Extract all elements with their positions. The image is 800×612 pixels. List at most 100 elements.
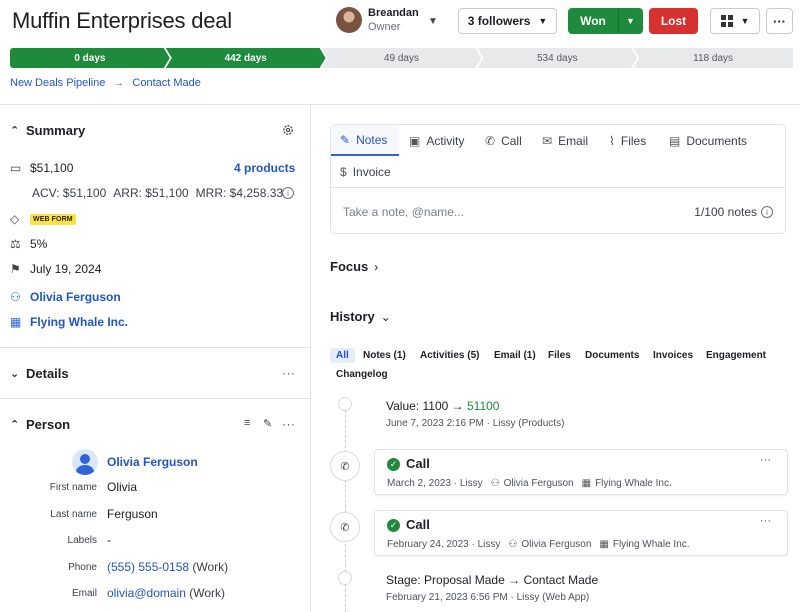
- summary-header[interactable]: ⌃ Summary: [10, 123, 85, 138]
- mrr-value: MRR: $4,258.33: [195, 186, 284, 200]
- filter-icon[interactable]: ≡: [244, 417, 250, 429]
- filter-files[interactable]: Files: [542, 348, 577, 363]
- chevron-up-icon: ⌃: [10, 125, 20, 137]
- won-button[interactable]: Won: [568, 8, 618, 34]
- labels-value[interactable]: -: [107, 533, 111, 547]
- details-more-icon[interactable]: ···: [282, 366, 296, 380]
- call-person[interactable]: Olivia Ferguson: [521, 539, 591, 550]
- last-name-value[interactable]: Ferguson: [107, 507, 158, 521]
- history-meta: February 21, 2023 6:56 PM · Lissy (Web A…: [386, 592, 590, 603]
- email-field: olivia@domain (Work): [107, 586, 225, 600]
- owner-selector[interactable]: Breandan Owner ▼: [336, 6, 438, 34]
- view-options-button[interactable]: ▼: [710, 8, 760, 34]
- tab-call[interactable]: ✆ Call: [485, 125, 522, 156]
- building-icon: ▦: [581, 478, 592, 489]
- check-icon[interactable]: ✓: [387, 458, 400, 471]
- organization-link[interactable]: Flying Whale Inc.: [30, 315, 128, 329]
- building-icon: ▦: [10, 315, 22, 329]
- filter-all[interactable]: All: [330, 348, 355, 363]
- focus-header[interactable]: Focus ›: [330, 259, 378, 274]
- email-link[interactable]: olivia@domain: [107, 586, 186, 600]
- summary-heading: Summary: [26, 123, 86, 138]
- phone-link[interactable]: (555) 555-0158: [107, 560, 189, 574]
- gear-icon[interactable]: [282, 124, 294, 136]
- email-type: (Work): [189, 586, 226, 600]
- info-icon[interactable]: i: [761, 206, 773, 218]
- pipeline-stage[interactable]: 49 days: [322, 48, 482, 68]
- pipeline-stage[interactable]: 0 days: [10, 48, 170, 68]
- note-composer: ✎ Notes ▣ Activity ✆ Call ✉ Email ⌇ File…: [330, 124, 786, 234]
- followers-button[interactable]: 3 followers ▼: [458, 8, 557, 34]
- field-label: Phone: [68, 562, 97, 573]
- person-header[interactable]: ⌃ Person: [10, 417, 70, 432]
- filter-activities[interactable]: Activities (5): [414, 348, 485, 363]
- tab-activity[interactable]: ▣ Activity: [409, 125, 464, 156]
- paperclip-icon: ⌇: [609, 133, 615, 148]
- chevron-up-icon: ⌃: [10, 419, 20, 431]
- pipeline-stage[interactable]: 442 days: [166, 48, 326, 68]
- call-date: February 24, 2023 · Lissy: [387, 539, 501, 550]
- composer-divider: [331, 187, 785, 188]
- invoice-icon: $: [340, 164, 347, 179]
- scale-icon: ⚖: [10, 237, 21, 251]
- close-date-value: July 19, 2024: [30, 262, 102, 276]
- field-label: Last name: [50, 509, 97, 520]
- more-icon[interactable]: ···: [760, 515, 771, 527]
- won-dropdown-button[interactable]: ▼: [618, 8, 643, 34]
- note-count: 1/100 notes i: [694, 205, 773, 219]
- tab-notes[interactable]: ✎ Notes: [331, 125, 399, 156]
- edit-icon[interactable]: ✎: [263, 417, 272, 430]
- arrow-right-icon: →: [113, 77, 125, 89]
- filter-engagement[interactable]: Engagement: [700, 348, 772, 363]
- more-actions-button[interactable]: ···: [766, 8, 793, 34]
- details-header[interactable]: ⌄ Details: [10, 366, 69, 381]
- person-heading: Person: [26, 417, 71, 432]
- filter-email[interactable]: Email (1): [488, 348, 542, 363]
- person-name-link[interactable]: Olivia Ferguson: [107, 455, 198, 469]
- info-icon[interactable]: i: [282, 187, 294, 199]
- call-org[interactable]: Flying Whale Inc.: [595, 478, 672, 489]
- check-icon[interactable]: ✓: [387, 519, 400, 532]
- pipeline-stage[interactable]: 534 days: [477, 48, 637, 68]
- tab-label: Call: [501, 133, 522, 148]
- tab-files[interactable]: ⌇ Files: [609, 125, 646, 156]
- change-to: 51100: [466, 399, 500, 413]
- section-divider: [0, 398, 310, 399]
- tab-label: Files: [620, 133, 647, 148]
- change-field: Stage: [386, 573, 418, 587]
- breadcrumb-stage-link[interactable]: Contact Made: [132, 77, 200, 89]
- tab-documents[interactable]: ▤ Documents: [669, 125, 747, 156]
- chevron-down-icon: ▼: [428, 16, 438, 27]
- field-label: Labels: [67, 535, 97, 546]
- note-input[interactable]: Take a note, @name...: [343, 205, 464, 219]
- probability-value: 5%: [30, 237, 48, 251]
- change-to: Contact Made: [523, 573, 599, 587]
- call-org[interactable]: Flying Whale Inc.: [613, 539, 690, 550]
- history-heading: History: [330, 309, 375, 324]
- acv-value: ACV: $51,100: [32, 186, 107, 200]
- history-header[interactable]: History ⌄: [330, 309, 391, 324]
- person-link[interactable]: Olivia Ferguson: [30, 290, 121, 304]
- filter-invoices[interactable]: Invoices: [647, 348, 699, 363]
- filter-notes[interactable]: Notes (1): [357, 348, 412, 363]
- more-icon[interactable]: ···: [760, 454, 771, 466]
- lost-button[interactable]: Lost: [649, 8, 698, 34]
- call-meta: February 24, 2023 · Lissy ⚇ Olivia Fergu…: [387, 539, 690, 550]
- history-call-card[interactable]: ✓ Call ··· March 2, 2023 · Lissy ⚇ Olivi…: [374, 449, 788, 495]
- breadcrumb-pipeline-link[interactable]: New Deals Pipeline: [10, 77, 105, 89]
- person-icon: ⚇: [10, 290, 21, 304]
- tab-invoice[interactable]: $ Invoice: [340, 156, 391, 187]
- person-more-icon[interactable]: ···: [282, 417, 296, 431]
- products-link[interactable]: 4 products: [234, 161, 295, 175]
- filter-documents[interactable]: Documents: [579, 348, 645, 363]
- first-name-value[interactable]: Olivia: [107, 480, 137, 494]
- change-from: 1100: [422, 399, 449, 413]
- person-icon: ⚇: [490, 478, 500, 489]
- history-call-card[interactable]: ✓ Call ··· February 24, 2023 · Lissy ⚇ O…: [374, 510, 788, 556]
- pipeline-stage[interactable]: 118 days: [633, 48, 793, 68]
- filter-changelog[interactable]: Changelog: [330, 367, 394, 382]
- tab-email[interactable]: ✉ Email: [542, 125, 588, 156]
- flag-icon: ⚑: [10, 262, 21, 276]
- call-person[interactable]: Olivia Ferguson: [504, 478, 574, 489]
- timeline-dot: [338, 571, 352, 585]
